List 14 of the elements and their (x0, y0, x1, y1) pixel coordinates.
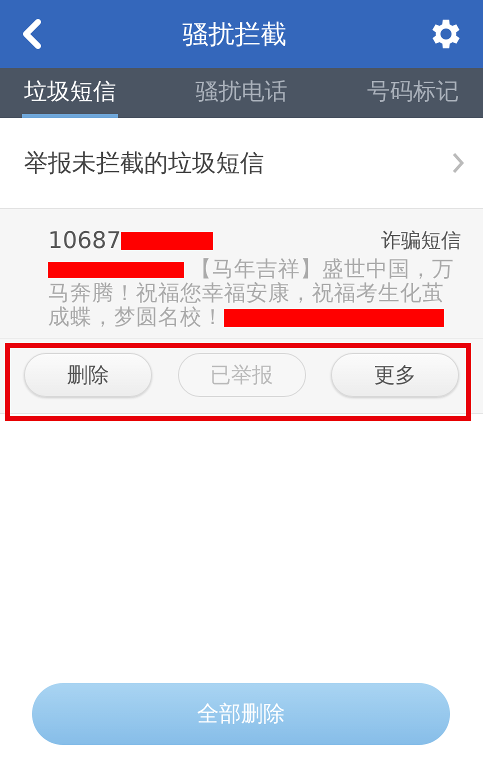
message-category: 诈骗短信 (381, 227, 461, 254)
page-title: 骚扰拦截 (182, 18, 286, 52)
tab[interactable]: 骚扰电话 (194, 68, 290, 118)
back-icon[interactable] (20, 18, 42, 50)
report-label: 举报未拦截的垃圾短信 (24, 148, 264, 179)
tab[interactable]: 垃圾短信 (22, 68, 118, 118)
action-button[interactable]: 删除 (24, 353, 152, 397)
sender-number: 10687 (48, 228, 122, 254)
message-text: 成蝶，梦圆名校！ (48, 306, 224, 330)
message-text: 马奔腾！祝福您幸福安康，祝福考生化茧 (48, 282, 444, 306)
chevron-icon (451, 151, 465, 175)
tab[interactable]: 号码标记 (365, 68, 461, 118)
action-button[interactable]: 更多 (331, 353, 459, 397)
message-text: 【马年吉祥】盛世中国，万 (190, 258, 454, 282)
